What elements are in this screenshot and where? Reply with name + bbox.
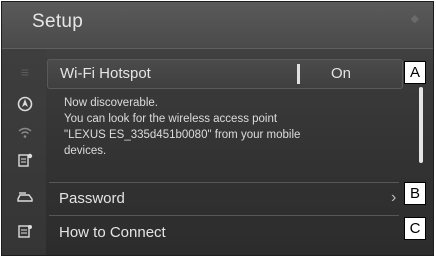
- password-label: Password: [59, 190, 125, 207]
- divider: [49, 182, 399, 183]
- message-line: "LEXUS ES_335d451b0080" from your mobile: [64, 129, 301, 141]
- wifi-icon[interactable]: [16, 124, 34, 142]
- wifi-hotspot-label: Wi-Fi Hotspot: [60, 65, 151, 82]
- message-line: devices.: [64, 145, 107, 157]
- header-bar: Setup ◆: [2, 2, 433, 49]
- how-to-connect-button[interactable]: How to Connect: [47, 221, 401, 243]
- navigation-icon[interactable]: [16, 96, 34, 114]
- page-title: Setup: [32, 11, 84, 32]
- wifi-hotspot-state: On: [331, 65, 352, 82]
- wifi-hotspot-toggle[interactable]: Wi-Fi Hotspot On: [47, 59, 403, 89]
- phone-settings-icon[interactable]: [16, 152, 34, 170]
- how-to-connect-label: How to Connect: [59, 224, 166, 241]
- setup-screen: Setup ◆ ≡ Wi-Fi Hotspot On Now discovera…: [1, 1, 434, 256]
- callout-b: B: [404, 182, 426, 205]
- callout-a: A: [404, 61, 426, 84]
- divider: [49, 215, 399, 216]
- settings-list-icon[interactable]: [16, 223, 34, 241]
- toggle-indicator: [297, 64, 300, 84]
- sidebar: ≡: [2, 49, 46, 255]
- callout-c: C: [404, 217, 426, 240]
- content-area: Wi-Fi Hotspot On Now discoverable. You c…: [47, 49, 433, 255]
- scrollbar[interactable]: [419, 87, 424, 167]
- menu-icon[interactable]: ≡: [16, 63, 34, 81]
- message-line: You can look for the wireless access poi…: [64, 113, 278, 125]
- password-button[interactable]: Password ›: [47, 187, 401, 209]
- message-line: Now discoverable.: [64, 97, 158, 109]
- scrollbar-thumb[interactable]: [419, 87, 423, 163]
- chevron-right-icon: ›: [391, 189, 397, 206]
- vehicle-icon[interactable]: [16, 189, 34, 207]
- corner-icon: ◆: [410, 13, 419, 25]
- discoverable-message: Now discoverable. You can look for the w…: [64, 95, 364, 159]
